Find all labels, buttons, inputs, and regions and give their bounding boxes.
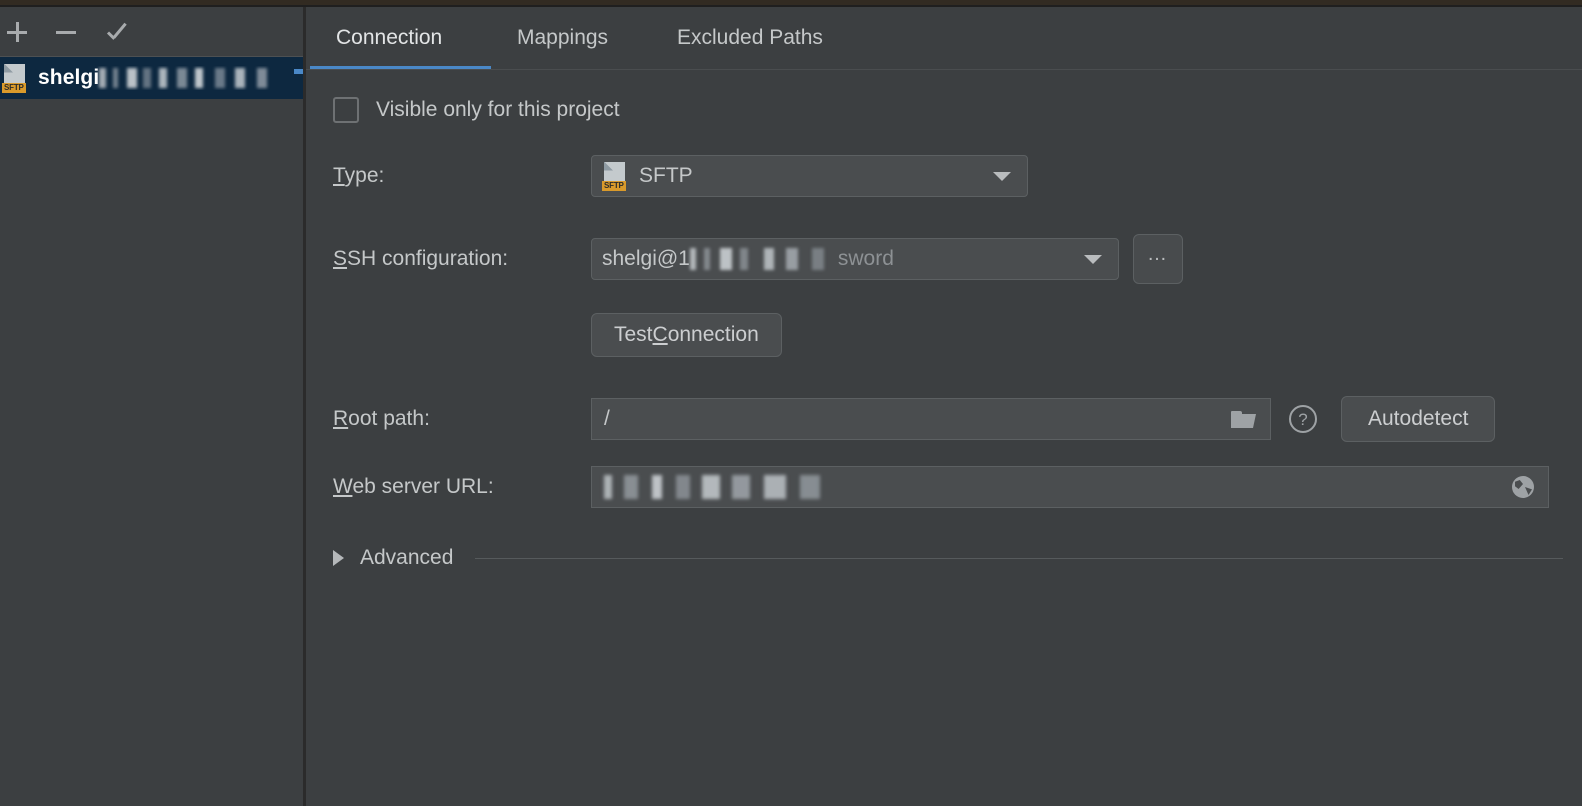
root-path-label: Root path: (333, 407, 430, 430)
connections-sidebar: SFTP shelgi (0, 7, 303, 806)
ssh-configuration-row: SSH configuration: shelgi@1 sword … (333, 234, 1183, 284)
connections-list: SFTP shelgi (0, 57, 303, 806)
scroll-indicator[interactable] (294, 69, 303, 74)
advanced-label: Advanced (360, 546, 454, 569)
tab-connection[interactable]: Connection (310, 7, 468, 69)
connection-form: Visible only for this project Type: SFTP… (306, 70, 1582, 806)
minus-icon (56, 30, 76, 34)
connection-settings-panel: Connection Mappings Excluded Paths Visib… (306, 7, 1582, 806)
list-item-label: shelgi (38, 66, 280, 90)
visible-only-label: Visible only for this project (376, 98, 620, 121)
root-path-input[interactable]: / (591, 398, 1271, 440)
ssh-configuration-browse-button[interactable]: … (1133, 234, 1183, 284)
visible-only-checkbox[interactable] (333, 97, 359, 123)
ssh-configuration-label: SSH configuration: (333, 247, 509, 270)
folder-icon[interactable] (1231, 411, 1256, 428)
sftp-badge-label: SFTP (602, 180, 626, 191)
chevron-down-icon (993, 172, 1011, 181)
ssh-configuration-dropdown[interactable]: shelgi@1 sword (591, 238, 1119, 280)
tab-mappings[interactable]: Mappings (491, 7, 634, 69)
redacted-text (99, 68, 280, 89)
chevron-down-icon (1084, 255, 1102, 264)
visible-only-row: Visible only for this project (333, 97, 620, 123)
web-server-url-label: Web server URL: (333, 475, 494, 498)
redacted-text (604, 475, 834, 499)
web-server-url-row: Web server URL: (333, 466, 1549, 508)
chevron-right-icon (333, 550, 344, 566)
sftp-badge-label: SFTP (2, 82, 26, 93)
autodetect-button[interactable]: Autodetect (1341, 396, 1496, 442)
set-default-button[interactable] (101, 15, 135, 49)
root-path-row: Root path: / ? Autodetect (333, 396, 1496, 442)
web-server-url-input[interactable] (591, 466, 1549, 508)
remove-connection-button[interactable] (49, 15, 83, 49)
test-connection-row: Test Connection (591, 313, 782, 357)
sftp-icon: SFTP (602, 161, 629, 191)
advanced-section-header[interactable]: Advanced (333, 546, 1563, 570)
type-label: Type: (333, 164, 385, 187)
tab-excluded-paths[interactable]: Excluded Paths (651, 7, 849, 69)
test-connection-button[interactable]: Test Connection (591, 313, 782, 357)
settings-tabbar: Connection Mappings Excluded Paths (306, 7, 1582, 70)
root-path-value: / (604, 407, 610, 430)
sftp-icon: SFTP (2, 63, 29, 93)
deployment-configuration-dialog: SFTP shelgi Connection Mappings Excluded… (0, 0, 1582, 806)
ssh-configuration-value: shelgi@1 sword (602, 247, 894, 270)
check-icon (107, 23, 129, 41)
type-row: Type: SFTP SFTP (333, 155, 1028, 197)
add-connection-button[interactable] (0, 15, 34, 49)
list-item[interactable]: SFTP shelgi (0, 57, 303, 99)
plus-icon (7, 22, 27, 42)
type-dropdown-value: SFTP (639, 164, 693, 187)
help-icon[interactable]: ? (1289, 405, 1317, 433)
redacted-text (689, 248, 836, 270)
advanced-separator (475, 557, 1563, 559)
globe-icon[interactable] (1512, 476, 1534, 498)
sidebar-toolbar (0, 7, 303, 56)
type-dropdown[interactable]: SFTP SFTP (591, 155, 1028, 197)
